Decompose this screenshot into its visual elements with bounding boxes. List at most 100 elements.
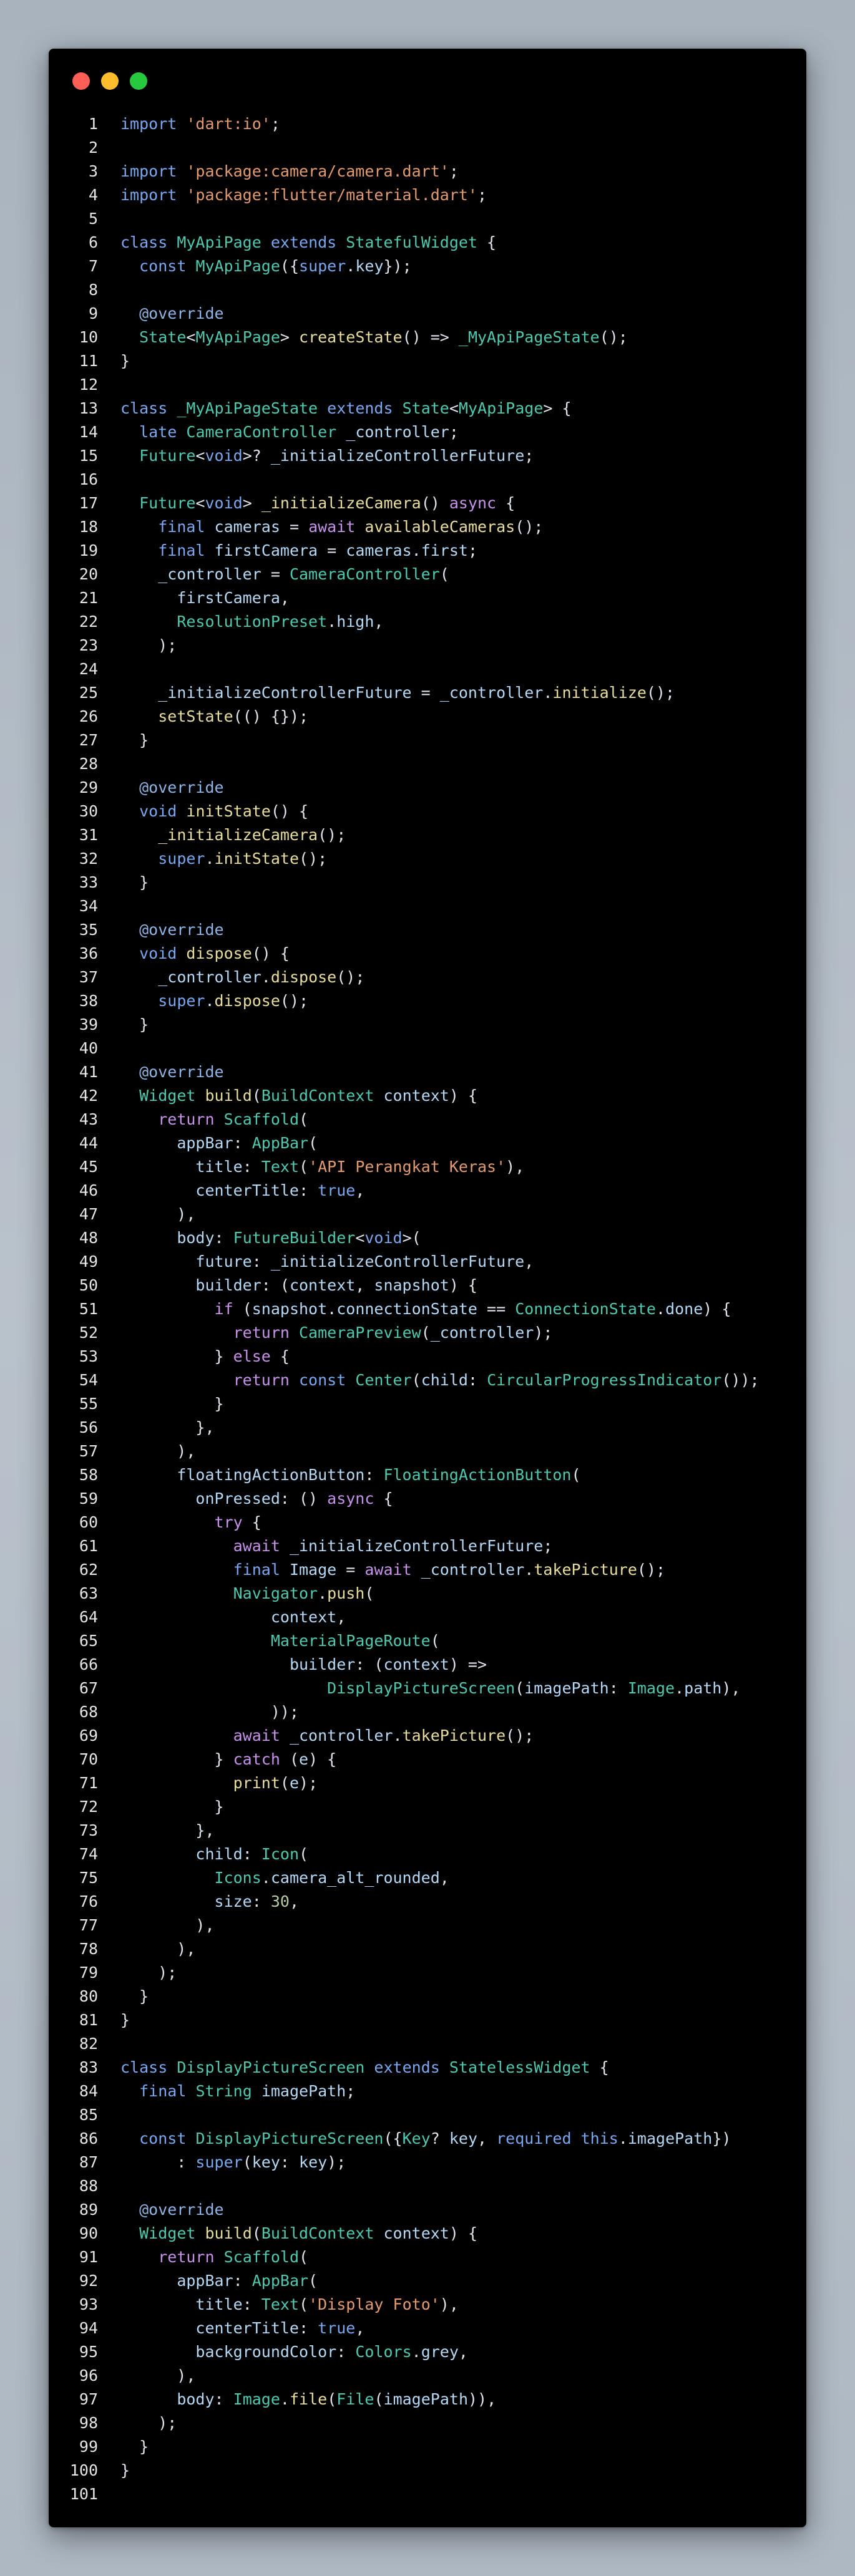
code-token: floatingActionButton: [177, 1466, 365, 1484]
line-number: 46: [79, 1181, 98, 1199]
code-line: 65 MaterialPageRoute(: [49, 1629, 806, 1653]
code-token: =: [280, 518, 309, 536]
code-token: _controller: [421, 1561, 525, 1579]
code-token: e: [289, 1774, 300, 1792]
code-token: @override: [139, 778, 224, 797]
line-number: 62: [79, 1561, 98, 1579]
code-token: void: [139, 944, 177, 962]
code-token: ();: [515, 518, 544, 536]
line-text: floatingActionButton: FloatingActionButt…: [120, 1463, 580, 1487]
maximize-button[interactable]: [130, 72, 147, 90]
code-token: (: [252, 2224, 261, 2242]
line-text: }: [120, 2459, 130, 2482]
line-number: 53: [79, 1347, 98, 1365]
minimize-button[interactable]: [101, 72, 119, 90]
line-number: 47: [79, 1205, 98, 1223]
code-token: }): [712, 2129, 731, 2147]
line-text: child: Icon(: [120, 1842, 308, 1866]
code-token: void: [205, 494, 243, 512]
line-number: 50: [79, 1276, 98, 1294]
code-line: 21 firstCamera,: [49, 586, 806, 610]
code-token: AppBar: [252, 1134, 309, 1152]
line-text: if (snapshot.connectionState == Connecti…: [120, 1297, 731, 1321]
code-line: 72 }: [49, 1795, 806, 1819]
code-token: }: [120, 1798, 224, 1816]
code-line: 54 return const Center(child: CircularPr…: [49, 1368, 806, 1392]
line-text: }: [120, 349, 130, 373]
code-token: Colors: [355, 2343, 412, 2361]
code-line: 96 ),: [49, 2364, 806, 2388]
line-number: 34: [79, 897, 98, 915]
code-token: ));: [120, 1703, 299, 1721]
line-number: 29: [79, 778, 98, 797]
line-text: print(e);: [120, 1771, 318, 1795]
code-token: .: [346, 257, 356, 275]
code-token: }: [120, 2461, 130, 2479]
code-token: key: [355, 257, 384, 275]
line-text: body: Image.file(File(imagePath)),: [120, 2388, 496, 2411]
code-token: ,: [439, 1869, 449, 1887]
code-token: final: [158, 541, 205, 559]
close-button[interactable]: [72, 72, 90, 90]
code-token: (): [421, 494, 449, 512]
code-token: 'package:flutter/material.dart': [186, 186, 477, 204]
code-token: =: [318, 541, 346, 559]
line-number: 90: [79, 2224, 98, 2242]
line-text: await _initializeControllerFuture;: [120, 1534, 553, 1558]
code-line: 67 DisplayPictureScreen(imagePath: Image…: [49, 1677, 806, 1700]
line-number: 101: [69, 2485, 98, 2503]
line-text: Widget build(BuildContext context) {: [120, 2222, 477, 2245]
code-line: 42 Widget build(BuildContext context) {: [49, 1084, 806, 1108]
line-text: );: [120, 634, 177, 657]
code-line: 37 _controller.dispose();: [49, 966, 806, 989]
code-token: :: [214, 1229, 233, 1247]
code-token: @override: [139, 1063, 224, 1081]
code-token: MyApiPage: [195, 328, 280, 346]
code-token: class: [120, 2058, 168, 2076]
code-token: snapshot: [252, 1300, 328, 1318]
code-token: const: [139, 2129, 187, 2147]
code-token: .: [327, 613, 337, 631]
line-number: 22: [79, 613, 98, 631]
code-token: ,: [336, 1608, 346, 1626]
line-number: 91: [79, 2248, 98, 2266]
line-number: 14: [79, 423, 98, 441]
code-token: initState: [214, 850, 300, 868]
code-token: await: [233, 1726, 280, 1745]
code-token: body: [177, 2390, 215, 2408]
line-text: } else {: [120, 1345, 290, 1368]
code-token: ;: [524, 447, 534, 465]
code-token: cameras: [214, 518, 280, 536]
line-text: @override: [120, 918, 223, 942]
code-line: 82: [49, 2032, 806, 2056]
code-token: ;: [270, 115, 280, 133]
line-number: 18: [79, 518, 98, 536]
line-text: super.dispose();: [120, 989, 308, 1013]
code-line: 80 }: [49, 1985, 806, 2008]
line-text: ),: [120, 1937, 195, 1961]
line-number: 66: [79, 1655, 98, 1673]
line-text: import 'package:camera/camera.dart';: [120, 160, 459, 183]
code-line: 86 const DisplayPictureScreen({Key? key,…: [49, 2127, 806, 2151]
code-token: ==: [477, 1300, 515, 1318]
code-token: void: [205, 447, 243, 465]
code-editor: 1 import 'dart:io'; 2 3 import 'package:came…: [49, 112, 806, 2506]
